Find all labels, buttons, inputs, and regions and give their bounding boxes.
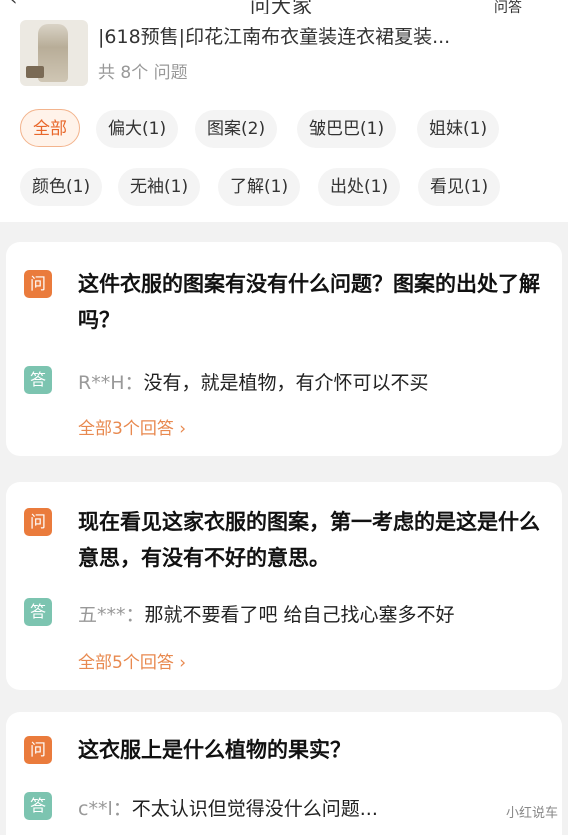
answer-badge-icon: 答 <box>24 792 52 820</box>
tag-chip[interactable]: 看见(1) <box>418 168 501 206</box>
question-badge-icon: 问 <box>24 270 52 298</box>
answer-link[interactable]: 问答 <box>494 0 522 14</box>
question-text: 现在看见这家衣服的图案，第一考虑的是这是什么意思，有没有不好的意思。 <box>78 510 540 570</box>
product-thumbnail[interactable] <box>20 20 88 86</box>
back-arrow-icon[interactable]: ‹ <box>10 0 26 9</box>
brand-tag-image <box>26 66 44 78</box>
question-text: 这件衣服的图案有没有什么问题？图案的出处了解吗？ <box>78 272 540 332</box>
answer-preview: c**l：不太认识但觉得没什么问题... <box>78 794 378 821</box>
tag-chip[interactable]: 无袖(1) <box>118 168 201 206</box>
watermark: 小红说车 <box>505 806 558 821</box>
qa-card[interactable]: 问 这件衣服的图案有没有什么问题？图案的出处了解吗？ 答 R**H：没有，就是植… <box>6 242 562 456</box>
tag-filter-area: 全部 偏大(1) 图案(2) 皱巴巴(1) 姐妹(1) 颜色(1) 无袖(1) … <box>0 94 568 222</box>
answer-text: 那就不要看了吧 给自己找心塞多不好 <box>144 604 455 626</box>
product-title: |618预售|印花江南布衣童装连衣裙夏装... <box>98 26 451 48</box>
question-count: 共 8个 问题 <box>98 63 188 83</box>
view-all-answers-link[interactable]: 全部5个回答 › <box>78 648 186 673</box>
tag-chip[interactable]: 姐妹(1) <box>417 110 500 148</box>
question-badge-icon: 问 <box>24 736 52 764</box>
answer-user: R**H： <box>78 372 144 394</box>
tag-chip[interactable]: 图案(2) <box>195 110 278 148</box>
tag-chip[interactable]: 出处(1) <box>318 168 401 206</box>
answer-text: 不太认识但觉得没什么问题... <box>131 798 378 820</box>
answer-preview: 五***：那就不要看了吧 给自己找心塞多不好 <box>78 600 455 627</box>
tag-chip[interactable]: 颜色(1) <box>20 168 103 206</box>
question-badge-icon: 问 <box>24 508 52 536</box>
tag-chip[interactable]: 偏大(1) <box>96 110 179 148</box>
tag-chip[interactable]: 了解(1) <box>218 168 301 206</box>
answer-badge-icon: 答 <box>24 598 52 626</box>
qa-card[interactable]: 问 现在看见这家衣服的图案，第一考虑的是这是什么意思，有没有不好的意思。 答 五… <box>6 482 562 690</box>
answer-user: c**l： <box>78 798 132 820</box>
product-card[interactable]: |618预售|印花江南布衣童装连衣裙夏装... 共 8个 问题 <box>0 14 568 94</box>
top-bar: ‹ 问大家 问答 <box>0 0 568 14</box>
question-text: 这衣服上是什么植物的果实？ <box>78 738 351 762</box>
page-title: 问大家 <box>250 0 313 14</box>
tag-chip[interactable]: 皱巴巴(1) <box>297 110 397 148</box>
tag-all[interactable]: 全部 <box>20 109 80 147</box>
answer-preview: R**H：没有，就是植物，有介怀可以不买 <box>78 368 429 395</box>
qa-card[interactable]: 问 这衣服上是什么植物的果实？ 答 c**l：不太认识但觉得没什么问题... <box>6 712 562 835</box>
view-all-answers-link[interactable]: 全部3个回答 › <box>78 414 186 439</box>
answer-user: 五***： <box>78 604 145 626</box>
answer-badge-icon: 答 <box>24 366 52 394</box>
answer-text: 没有，就是植物，有介怀可以不买 <box>143 372 429 394</box>
